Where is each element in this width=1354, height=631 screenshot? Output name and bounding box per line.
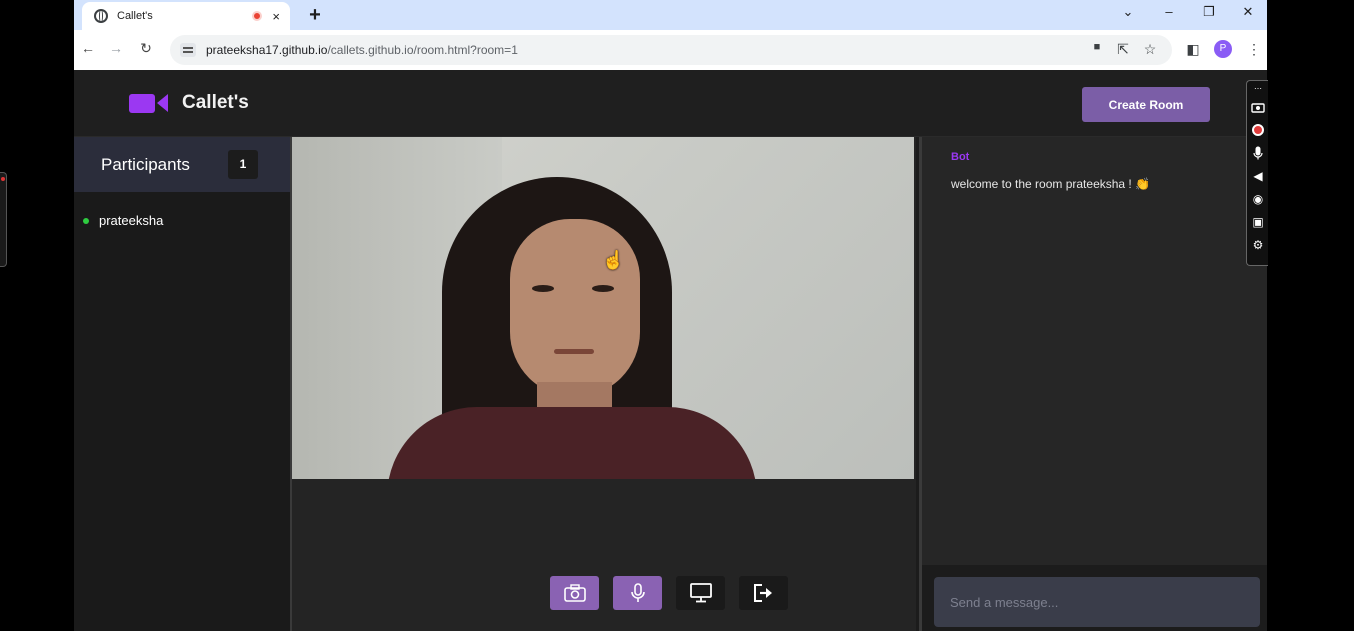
video-person-mouth	[554, 349, 594, 354]
url-host: prateeksha17.github.io	[206, 43, 328, 57]
local-video-feed[interactable]: ☝	[292, 137, 914, 479]
leave-call-button[interactable]	[739, 576, 788, 610]
toolbar: ← → ↻ prateeksha17.github.io/callets.git…	[74, 30, 1267, 70]
microphone-icon	[630, 583, 645, 602]
tab-close-button[interactable]: ×	[272, 9, 280, 24]
video-person-eye	[592, 285, 614, 292]
screen-share-button[interactable]	[676, 576, 725, 610]
participant-item: prateeksha	[74, 192, 290, 228]
forward-button[interactable]: →	[107, 40, 125, 56]
screen-recorder-edge-tab[interactable]	[0, 172, 7, 267]
tab-strip: Callet's × + ⌄ – ❐ ✕	[74, 0, 1267, 30]
participant-name: prateeksha	[99, 213, 164, 228]
logo-text: Callet's	[182, 92, 249, 113]
app-root: Callet's Create Room Participants 1 prat…	[74, 70, 1267, 631]
speaker-icon[interactable]: ◀	[1247, 164, 1269, 187]
camera-lens-icon	[157, 94, 168, 112]
globe-icon	[94, 9, 108, 23]
screen-share-icon	[689, 583, 712, 603]
minimize-button[interactable]: –	[1159, 4, 1179, 19]
browser-menu-icon[interactable]: ⋮	[1245, 41, 1263, 58]
chat-message: Bot welcome to the room prateeksha ! 👏	[922, 137, 1267, 191]
mic-toggle-icon[interactable]	[1247, 141, 1269, 164]
chat-message-input[interactable]	[934, 577, 1260, 627]
video-camera-logo-icon	[129, 93, 155, 113]
video-person-face	[510, 219, 640, 397]
microphone-toggle-button[interactable]	[613, 576, 662, 610]
record-stop-icon[interactable]	[1247, 118, 1269, 141]
share-icon[interactable]: ⇱	[1114, 41, 1132, 58]
recorder-handle-icon[interactable]: ⋯	[1247, 81, 1269, 95]
reload-button[interactable]: ↻	[137, 40, 155, 57]
participants-title: Participants	[101, 154, 190, 174]
window-capture-icon[interactable]: ▣	[1247, 210, 1269, 233]
settings-gear-icon[interactable]: ⚙	[1247, 233, 1269, 256]
chat-message-text: welcome to the room prateeksha ! 👏	[951, 177, 1151, 191]
logo[interactable]: Callet's	[129, 92, 249, 114]
chat-panel: Bot welcome to the room prateeksha ! 👏	[919, 137, 1267, 631]
close-window-button[interactable]: ✕	[1238, 4, 1258, 20]
leave-icon	[753, 584, 772, 602]
create-room-button[interactable]: Create Room	[1082, 87, 1210, 122]
chat-message-author: Bot	[951, 151, 970, 163]
site-info-icon[interactable]	[180, 43, 196, 57]
participants-count-badge: 1	[228, 150, 258, 179]
recording-dot-icon	[1, 177, 5, 181]
bookmark-star-icon[interactable]: ☆	[1141, 41, 1159, 58]
recording-indicator-icon	[252, 11, 263, 21]
video-person-eye	[532, 285, 554, 292]
side-panel-icon[interactable]: ◧	[1184, 41, 1202, 58]
webcam-icon[interactable]: ◉	[1247, 187, 1269, 210]
new-tab-button[interactable]: +	[303, 4, 327, 26]
camera-icon	[563, 584, 586, 602]
screen: Callet's × + ⌄ – ❐ ✕ ← → ↻ prateeksha17.…	[0, 0, 1354, 631]
url-text[interactable]: prateeksha17.github.io/callets.github.io…	[206, 43, 518, 57]
chat-input-area	[922, 565, 1267, 631]
video-stage: ☝	[290, 137, 916, 631]
call-controls	[550, 576, 788, 610]
online-status-dot-icon	[83, 217, 89, 224]
hand-cursor-icon: ☝	[602, 250, 625, 270]
url-path: /callets.github.io/room.html?room=1	[327, 43, 518, 57]
tab-search-icon[interactable]: ⌄	[1118, 4, 1138, 20]
camera-in-use-icon[interactable]: ■	[1088, 41, 1106, 53]
browser-window: Callet's × + ⌄ – ❐ ✕ ← → ↻ prateeksha17.…	[74, 0, 1267, 631]
back-button[interactable]: ←	[79, 40, 97, 56]
screenshot-icon[interactable]	[1247, 95, 1269, 118]
restore-button[interactable]: ❐	[1199, 4, 1219, 20]
participants-panel: Participants 1 prateeksha	[74, 137, 290, 631]
tab-title: Callet's	[117, 10, 153, 22]
camera-toggle-button[interactable]	[550, 576, 599, 610]
profile-avatar[interactable]: P	[1214, 40, 1232, 58]
recorder-toolbar: ⋯ ◀ ◉ ▣ ⚙	[1246, 80, 1268, 266]
participants-header: Participants 1	[74, 137, 290, 192]
video-person-shirt	[387, 407, 757, 479]
address-bar[interactable]: prateeksha17.github.io/callets.github.io…	[170, 35, 1172, 65]
browser-tab[interactable]: Callet's ×	[82, 2, 290, 30]
app-header: Callet's Create Room	[74, 70, 1267, 137]
